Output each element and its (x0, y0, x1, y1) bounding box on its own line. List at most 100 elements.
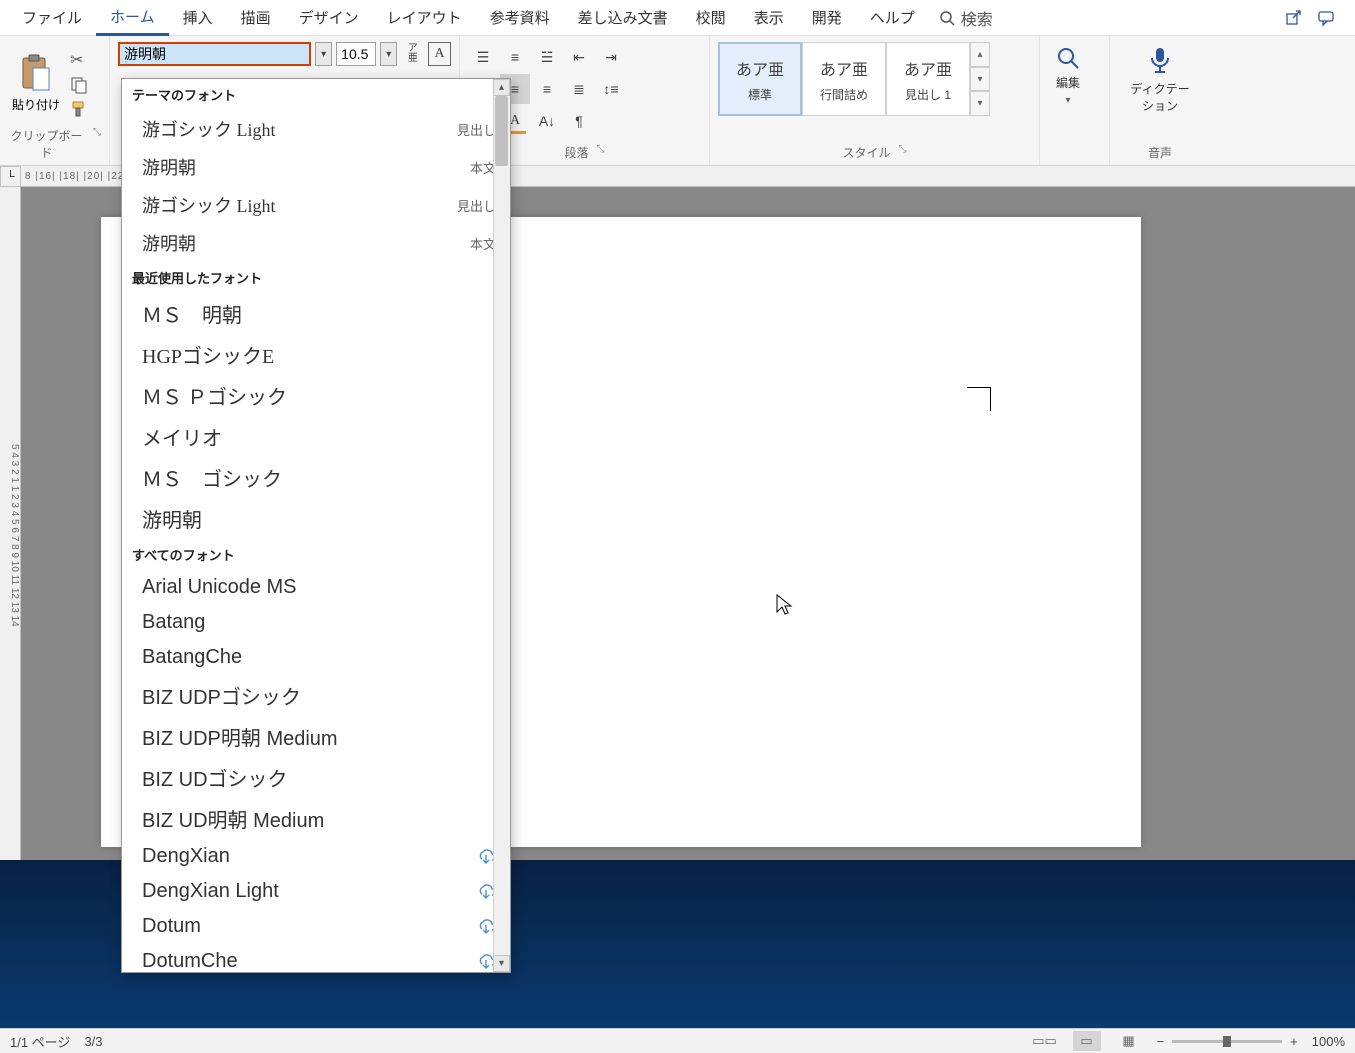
font-option[interactable]: ＭＳ Ｐゴシック (122, 375, 510, 416)
font-option[interactable]: DotumChe (122, 944, 510, 973)
zoom-out-icon[interactable]: − (1157, 1034, 1165, 1049)
tab-view[interactable]: 表示 (740, 1, 798, 34)
styles-more-icon[interactable]: ▾ (970, 91, 990, 116)
phonetic-guide-icon[interactable]: ア亜 (401, 42, 424, 66)
indent-inc-icon[interactable]: ⇥ (596, 42, 626, 72)
style-sample: あア亜 (820, 56, 868, 80)
tab-selector[interactable]: └ (0, 166, 21, 187)
status-words[interactable]: 3/3 (84, 1034, 102, 1049)
styles-launcher[interactable]: ⤡ (899, 144, 907, 161)
tab-home[interactable]: ホーム (96, 0, 169, 36)
search-box[interactable]: 検索 (929, 6, 1003, 30)
font-option[interactable]: DengXian (122, 839, 510, 874)
showhide-icon[interactable]: ¶ (564, 106, 594, 136)
zoom-in-icon[interactable]: + (1290, 1034, 1298, 1049)
sort-icon[interactable]: A↓ (532, 106, 562, 136)
clipboard-icon (19, 54, 53, 94)
font-option[interactable]: 游明朝本文 (122, 148, 510, 186)
bullets-icon[interactable]: ☰ (468, 42, 498, 72)
font-option[interactable]: BIZ UDPゴシック (122, 675, 510, 716)
font-option[interactable]: 游ゴシック Light見出し (122, 110, 510, 148)
tab-references[interactable]: 参考資料 (476, 1, 564, 34)
align-right-icon[interactable]: ≡ (532, 74, 562, 104)
font-option[interactable]: BIZ UDゴシック (122, 757, 510, 798)
status-bar: 1/1 ページ 3/3 ▭▭ ▭ ▦ − + 100% (0, 1028, 1355, 1053)
scroll-up-icon[interactable]: ▴ (493, 79, 510, 96)
tab-review[interactable]: 校閲 (682, 1, 740, 34)
font-option[interactable]: ＭＳ 明朝 (122, 293, 510, 334)
copy-icon[interactable] (70, 76, 88, 94)
format-painter-icon[interactable] (70, 100, 88, 118)
view-web-icon[interactable]: ▦ (1115, 1031, 1143, 1051)
dictation-button[interactable]: ディクテーション (1118, 42, 1202, 118)
font-option[interactable]: BatangChe (122, 640, 510, 675)
clipboard-launcher[interactable]: ⤡ (93, 127, 101, 161)
font-option[interactable]: DengXian Light (122, 874, 510, 909)
tab-draw[interactable]: 描画 (227, 1, 285, 34)
tab-design[interactable]: デザイン (285, 1, 373, 34)
paste-label: 貼り付け (12, 96, 60, 113)
tab-developer[interactable]: 開発 (798, 1, 856, 34)
zoom-slider[interactable]: − + (1157, 1034, 1298, 1049)
menu-bar: ファイル ホーム 挿入 描画 デザイン レイアウト 参考資料 差し込み文書 校閲… (0, 0, 1355, 36)
font-option[interactable]: BIZ UD明朝 Medium (122, 798, 510, 839)
align-justify-icon[interactable]: ≣ (564, 74, 594, 104)
dd-header-recent: 最近使用したフォント (122, 262, 510, 293)
style-label: 行間詰め (820, 86, 868, 103)
scroll-down-icon[interactable]: ▾ (493, 955, 510, 972)
view-print-icon[interactable]: ▭ (1073, 1031, 1101, 1051)
dd-header-all: すべてのフォント (122, 539, 510, 570)
indent-dec-icon[interactable]: ⇤ (564, 42, 594, 72)
cut-icon[interactable]: ✂ (70, 50, 88, 70)
char-border-icon[interactable]: A (428, 42, 451, 66)
tab-file[interactable]: ファイル (8, 1, 96, 34)
font-option[interactable]: Arial Unicode MS (122, 570, 510, 605)
dd-scrollbar[interactable]: ▴ ▾ (493, 79, 510, 972)
styles-label: スタイル (842, 144, 890, 161)
font-option[interactable]: ＭＳ ゴシック (122, 457, 510, 498)
tab-insert[interactable]: 挿入 (169, 1, 227, 34)
font-option[interactable]: Batang (122, 605, 510, 640)
dd-header-theme: テーマのフォント (122, 79, 510, 110)
zoom-level[interactable]: 100% (1312, 1034, 1345, 1049)
ruler-vertical: 5 4 3 2 1 1 2 3 4 5 6 7 8 9 10 11 12 13 … (0, 187, 21, 877)
font-size-dropdown[interactable]: ▾ (380, 42, 397, 66)
font-option[interactable]: 游明朝本文 (122, 224, 510, 262)
font-name-dropdown[interactable]: ▾ (315, 42, 332, 66)
tab-layout[interactable]: レイアウト (373, 1, 476, 34)
margin-corner-marker (967, 387, 991, 411)
style-label: 標準 (748, 86, 772, 103)
style-normal[interactable]: あア亜 標準 (718, 42, 802, 116)
view-read-icon[interactable]: ▭▭ (1031, 1031, 1059, 1051)
font-size-input[interactable] (336, 42, 376, 66)
comments-icon[interactable] (1315, 7, 1337, 29)
mouse-cursor-icon (776, 594, 794, 616)
scroll-up-icon[interactable]: ▴ (970, 42, 990, 67)
paste-button[interactable]: 貼り付け (8, 50, 64, 117)
status-page[interactable]: 1/1 ページ (10, 1032, 70, 1051)
line-spacing-icon[interactable]: ↕≡ (596, 74, 626, 104)
paragraph-launcher[interactable]: ⤡ (597, 144, 605, 161)
styles-scroll[interactable]: ▴ ▾ ▾ (970, 42, 990, 116)
style-nospacing[interactable]: あア亜 行間詰め (802, 42, 886, 116)
scroll-down-icon[interactable]: ▾ (970, 67, 990, 92)
tab-help[interactable]: ヘルプ (856, 1, 929, 34)
numbering-icon[interactable]: ≡ (500, 42, 530, 72)
style-sample: あア亜 (736, 56, 784, 80)
multilevel-icon[interactable]: ☱ (532, 42, 562, 72)
share-icon[interactable] (1283, 7, 1305, 29)
font-option[interactable]: 游明朝 (122, 498, 510, 539)
font-option[interactable]: 游ゴシック Light見出し (122, 186, 510, 224)
font-option[interactable]: Dotum (122, 909, 510, 944)
search-icon (1056, 46, 1080, 70)
style-sample: あア亜 (904, 56, 952, 80)
clipboard-label: クリップボード (8, 127, 85, 161)
font-option[interactable]: メイリオ (122, 416, 510, 457)
tab-mailings[interactable]: 差し込み文書 (564, 1, 682, 34)
edit-button[interactable]: 編集 ▾ (1048, 42, 1088, 110)
font-name-input[interactable] (118, 42, 311, 66)
font-option[interactable]: BIZ UDP明朝 Medium (122, 716, 510, 757)
style-heading1[interactable]: あア亜 見出し 1 (886, 42, 970, 116)
font-option[interactable]: HGPゴシックE (122, 334, 510, 375)
scroll-thumb[interactable] (495, 96, 508, 166)
